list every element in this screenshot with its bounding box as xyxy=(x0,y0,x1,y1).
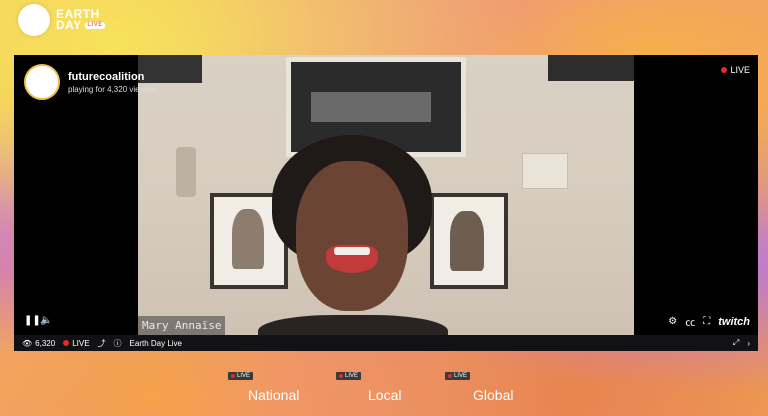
live-badge: LIVE xyxy=(336,372,362,380)
settings-icon[interactable]: ⚙ xyxy=(668,316,677,327)
earth-day-logo[interactable]: EARTH DAY LIVE xyxy=(18,4,105,36)
player-controls-right: ⚙ ㏄ ⛶ twitch xyxy=(668,314,750,330)
channel-avatar[interactable] xyxy=(24,64,60,100)
volume-icon[interactable]: 🔈 xyxy=(40,315,52,326)
logo-live-pill: LIVE xyxy=(85,22,105,30)
speaker xyxy=(258,135,448,335)
wall-decoration xyxy=(176,147,196,197)
live-badge: LIVE xyxy=(228,372,254,380)
captions-icon[interactable]: ㏄ xyxy=(685,314,695,329)
twitch-player[interactable]: Mary Annaïse futurecoalition playing for… xyxy=(14,55,758,351)
channel-subtitle: playing for 4,320 viewers xyxy=(68,84,157,94)
region-national[interactable]: LIVE National xyxy=(228,372,299,403)
logo-text: EARTH DAY LIVE xyxy=(56,8,105,32)
region-label[interactable]: National xyxy=(248,387,299,403)
chevron-right-icon[interactable]: › xyxy=(747,339,750,348)
eye-icon: 👁 xyxy=(22,338,33,348)
live-dot-icon xyxy=(63,340,70,346)
viewer-count: 👁 6,320 xyxy=(22,339,55,348)
wall-frame xyxy=(430,193,508,289)
fullscreen-icon[interactable]: ⛶ xyxy=(703,316,710,327)
twitch-logo[interactable]: twitch xyxy=(718,316,750,328)
live-status: LIVE xyxy=(63,338,90,348)
viewer-count-value: 6,320 xyxy=(35,338,56,348)
channel-name[interactable]: futurecoalition xyxy=(68,71,157,83)
wall-frame xyxy=(548,55,634,81)
region-local[interactable]: LIVE Local xyxy=(336,372,401,403)
share-icon[interactable]: ⤴ xyxy=(98,338,106,349)
video-frame[interactable]: Mary Annaïse xyxy=(138,55,634,335)
pause-icon[interactable]: ❚❚ xyxy=(24,315,41,326)
region-label[interactable]: Local xyxy=(368,387,401,403)
live-status-label: LIVE xyxy=(72,338,90,348)
speaker-name-tag: Mary Annaïse xyxy=(138,316,226,335)
expand-icon[interactable]: ⤢ xyxy=(733,338,739,348)
live-label: LIVE xyxy=(730,65,750,75)
channel-info[interactable]: futurecoalition playing for 4,320 viewer… xyxy=(24,64,157,100)
region-tabs: LIVE National LIVE Local LIVE Global xyxy=(0,372,768,416)
live-indicator: LIVE xyxy=(721,65,750,75)
region-global[interactable]: LIVE Global xyxy=(445,372,513,403)
stream-info-bar: 👁 6,320 LIVE ⤴ ⓘ Earth Day Live ⤢ › xyxy=(14,335,758,351)
wall-decoration xyxy=(522,153,568,189)
live-dot-icon xyxy=(721,67,728,73)
logo-line2: DAY xyxy=(56,18,82,32)
region-label[interactable]: Global xyxy=(473,387,513,403)
info-icon[interactable]: ⓘ xyxy=(114,338,122,349)
stream-title: Earth Day Live xyxy=(129,338,182,348)
live-badge: LIVE xyxy=(445,372,471,380)
logo-globe-icon xyxy=(18,4,50,36)
